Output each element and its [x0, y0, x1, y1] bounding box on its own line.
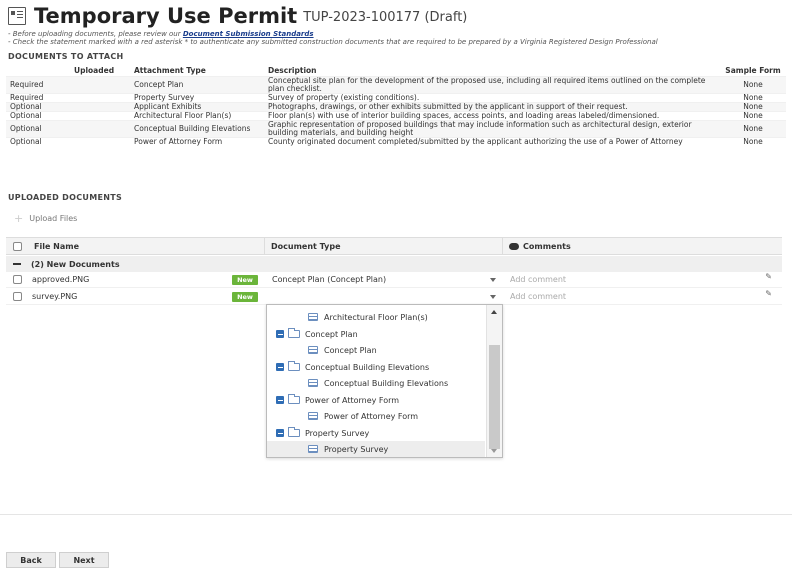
scroll-up-icon[interactable] [491, 310, 497, 314]
collapse-icon[interactable] [276, 396, 284, 404]
table-row: Optional Power of Attorney Form County o… [6, 136, 786, 146]
documents-to-attach-heading: DOCUMENTS TO ATTACH [8, 52, 124, 61]
folder-icon [288, 361, 300, 371]
document-type-select[interactable]: Concept Plan (Concept Plan) [266, 272, 504, 287]
col-uploaded: Uploaded [74, 66, 115, 76]
document-type-dropdown[interactable]: Architectural Floor Plan(s) Concept Plan… [266, 304, 503, 458]
document-icon [8, 7, 26, 25]
dropdown-option-architectural-floor-plans[interactable]: Architectural Floor Plan(s) [267, 309, 485, 325]
dropdown-option-power-of-attorney-form[interactable]: Power of Attorney Form [267, 408, 485, 424]
page-header: Temporary Use Permit TUP-2023-100177 (Dr… [8, 4, 467, 28]
document-type-select[interactable] [266, 289, 504, 304]
dropdown-group-power-of-attorney-form[interactable]: Power of Attorney Form [267, 392, 485, 408]
file-icon [308, 412, 318, 420]
dropdown-scrollbar[interactable] [486, 305, 502, 457]
file-icon [308, 346, 318, 354]
col-document-type[interactable]: Document Type [264, 238, 502, 254]
new-badge: New [232, 274, 258, 285]
uploaded-cell [70, 136, 130, 146]
documents-to-attach-table: Uploaded Attachment Type Description Sam… [6, 66, 786, 146]
folder-icon [288, 427, 300, 437]
table-row: Optional Conceptual Building Elevations … [6, 119, 786, 137]
file-icon [308, 313, 318, 321]
table-row: Optional Applicant Exhibits Photographs,… [6, 101, 786, 111]
uploaded-documents-heading: UPLOADED DOCUMENTS [8, 193, 123, 202]
document-submission-standards-link[interactable]: Document Submission Standards [183, 30, 314, 38]
footer-divider [0, 514, 792, 515]
table-row: Required Concept Plan Conceptual site pl… [6, 75, 786, 93]
col-attachment-type: Attachment Type [134, 66, 206, 76]
comments-icon [509, 242, 519, 250]
record-id: TUP-2023-100177 (Draft) [303, 10, 468, 25]
row-checkbox[interactable] [12, 292, 22, 301]
col-sample-form: Sample Form [725, 66, 781, 76]
collapse-icon[interactable] [13, 263, 21, 265]
new-badge: New [232, 291, 258, 302]
file-icon [308, 445, 318, 453]
back-button[interactable]: Back [6, 552, 56, 568]
upload-files-button[interactable]: + Upload Files [14, 211, 77, 225]
upload-notes: - Before uploading documents, please rev… [8, 30, 658, 46]
file-icon [308, 379, 318, 387]
dropdown-group-property-survey[interactable]: Property Survey [267, 425, 485, 441]
col-file-name[interactable]: File Name [28, 238, 264, 254]
dropdown-option-concept-plan[interactable]: Concept Plan [267, 342, 485, 358]
dropdown-option-conceptual-building-elevations[interactable]: Conceptual Building Elevations [267, 375, 485, 391]
plus-icon: + [14, 211, 24, 225]
table-row: approved.PNG New Concept Plan (Concept P… [6, 272, 782, 288]
uploaded-cell [70, 101, 130, 111]
folder-icon [288, 394, 300, 404]
uploaded-cell [70, 92, 130, 102]
chevron-down-icon[interactable] [490, 295, 496, 299]
collapse-icon[interactable] [276, 429, 284, 437]
file-name: survey.PNG [32, 292, 78, 301]
uploaded-grid-header: File Name Document Type Comments [6, 237, 782, 255]
uploaded-cell [70, 75, 130, 93]
collapse-icon[interactable] [276, 363, 284, 371]
folder-icon [288, 328, 300, 338]
uploaded-cell [70, 119, 130, 137]
new-documents-group[interactable]: (2) New Documents [6, 256, 782, 272]
file-name: approved.PNG [32, 275, 90, 284]
select-all-checkbox[interactable] [12, 241, 22, 251]
comment-input[interactable]: Add comment ✎ [504, 289, 782, 301]
next-button[interactable]: Next [59, 552, 109, 568]
scroll-down-icon[interactable] [491, 449, 497, 453]
table-row: survey.PNG New Add comment ✎ [6, 289, 782, 305]
pencil-icon[interactable]: ✎ [765, 272, 772, 281]
table-row: Required Property Survey Survey of prope… [6, 92, 786, 102]
table-row: Optional Architectural Floor Plan(s) Flo… [6, 110, 786, 120]
col-required [6, 66, 70, 76]
dropdown-option-property-survey[interactable]: Property Survey [267, 441, 485, 457]
col-description: Description [268, 66, 317, 76]
dropdown-group-concept-plan[interactable]: Concept Plan [267, 326, 485, 342]
comment-input[interactable]: Add comment ✎ [504, 272, 782, 284]
page-title: Temporary Use Permit [34, 4, 298, 28]
uploaded-cell [70, 110, 130, 120]
row-checkbox[interactable] [12, 275, 22, 284]
collapse-icon[interactable] [276, 330, 284, 338]
chevron-down-icon[interactable] [490, 278, 496, 282]
dropdown-group-conceptual-building-elevations[interactable]: Conceptual Building Elevations [267, 359, 485, 375]
scrollbar-thumb[interactable] [489, 345, 500, 449]
pencil-icon[interactable]: ✎ [765, 289, 772, 298]
col-comments[interactable]: Comments [502, 238, 782, 254]
